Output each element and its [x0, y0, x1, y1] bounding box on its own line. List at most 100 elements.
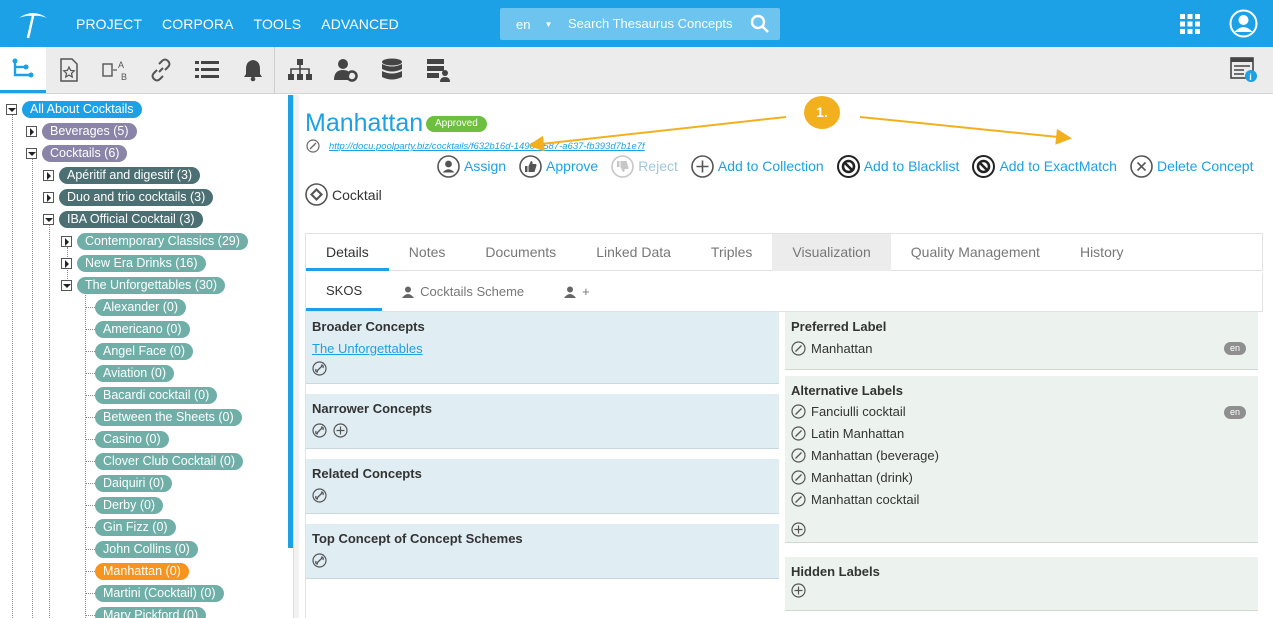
tree-node[interactable]: Clover Club Cocktail (0) [95, 452, 243, 470]
edit-icon[interactable] [791, 448, 806, 463]
database-button[interactable] [369, 47, 415, 93]
tree-node[interactable]: John Collins (0) [95, 540, 198, 558]
alternative-label-item[interactable]: Manhattan cocktail [791, 492, 919, 507]
tree-node[interactable]: Cocktails (6) [26, 144, 128, 162]
alternative-label-item[interactable]: Fanciulli cocktail [791, 404, 906, 419]
nav-advanced[interactable]: ADVANCED [321, 16, 399, 32]
tree-node[interactable]: New Era Drinks (16) [61, 254, 206, 272]
tree-node-label[interactable]: Martini (Cocktail) (0) [95, 584, 224, 602]
tree-node-label[interactable]: IBA Official Cocktail (3) [59, 210, 203, 228]
panel-resize-handle[interactable] [293, 95, 299, 618]
tree-node-label[interactable]: Beverages (5) [42, 122, 137, 140]
expand-toggle[interactable] [43, 191, 54, 203]
tree-node[interactable]: Angel Face (0) [95, 342, 193, 360]
hierarchy-tree-button[interactable] [0, 47, 46, 93]
tree-node-label[interactable]: John Collins (0) [95, 540, 198, 558]
tree-node[interactable]: Bacardi cocktail (0) [95, 386, 218, 404]
tree-node-label[interactable]: Between the Sheets (0) [95, 408, 242, 426]
tree-node-label[interactable]: Manhattan (0) [95, 562, 189, 580]
tab-visualization[interactable]: Visualization [772, 234, 891, 271]
tree-node[interactable]: Apéritif and digestif (3) [43, 166, 201, 184]
concept-uri[interactable]: http://docu.poolparty.biz/cocktails/f632… [329, 141, 645, 152]
nav-corpora[interactable]: CORPORA [162, 16, 234, 32]
tree-node-label[interactable]: The Unforgettables (30) [77, 276, 226, 294]
expand-toggle[interactable] [26, 125, 37, 137]
edit-icon[interactable] [306, 139, 320, 153]
search-input[interactable]: Search Thesaurus Concepts [568, 8, 733, 40]
alternative-label-item[interactable]: Latin Manhattan [791, 426, 904, 441]
subtab-cocktails-scheme[interactable]: Cocktails Scheme [382, 273, 544, 311]
tree-node[interactable]: All About Cocktails [6, 100, 142, 118]
tree-node[interactable]: IBA Official Cocktail (3) [43, 210, 203, 228]
tree-node[interactable]: The Unforgettables (30) [61, 276, 226, 294]
tree-node-label[interactable]: Mary Pickford (0) [95, 606, 207, 618]
tree-node-label[interactable]: Bacardi cocktail (0) [95, 386, 218, 404]
collapse-toggle[interactable] [6, 103, 17, 115]
user-settings-button[interactable] [323, 47, 369, 93]
list-button[interactable] [184, 47, 230, 93]
tree-node[interactable]: Duo and trio cocktails (3) [43, 188, 214, 206]
tree-node-label[interactable]: New Era Drinks (16) [77, 254, 206, 272]
tree-node-label[interactable]: Angel Face (0) [95, 342, 193, 360]
alternative-label-item[interactable]: Manhattan (drink) [791, 470, 913, 485]
tree-node-label[interactable]: Americano (0) [95, 320, 190, 338]
tree-node-label[interactable]: Aviation (0) [95, 364, 174, 382]
tree-node[interactable]: Daiquiri (0) [95, 474, 173, 492]
tree-node-label[interactable]: Cocktails (6) [42, 144, 128, 162]
tree-node-label[interactable]: Apéritif and digestif (3) [59, 166, 201, 184]
concept-type[interactable]: Cocktail [305, 183, 382, 206]
tab-details[interactable]: Details [306, 234, 389, 271]
notifications-button[interactable] [230, 47, 276, 93]
alternative-label-item[interactable]: Manhattan (beverage) [791, 448, 939, 463]
assign-button[interactable]: Assign [437, 154, 506, 178]
tree-node[interactable]: Beverages (5) [26, 122, 137, 140]
edit-icon[interactable] [791, 470, 806, 485]
tree-node[interactable]: Mary Pickford (0) [95, 606, 207, 618]
tree-node[interactable]: Between the Sheets (0) [95, 408, 242, 426]
expand-toggle[interactable] [43, 169, 54, 181]
tree-node-selected[interactable]: Manhattan (0) [95, 562, 189, 580]
edit-icon[interactable] [791, 492, 806, 507]
nav-project[interactable]: PROJECT [76, 16, 142, 32]
tree-node[interactable]: Alexander (0) [95, 298, 187, 316]
edit-icon[interactable] [791, 426, 806, 441]
tab-triples[interactable]: Triples [691, 234, 773, 271]
approve-button[interactable]: Approve [519, 154, 598, 178]
translate-button[interactable]: A B [92, 47, 138, 93]
search-icon[interactable] [750, 14, 770, 34]
tab-notes[interactable]: Notes [389, 234, 466, 271]
server-users-button[interactable] [415, 47, 461, 93]
link-circle-icon[interactable] [312, 553, 327, 568]
apps-grid-icon[interactable] [1180, 14, 1200, 34]
tree-node[interactable]: Gin Fizz (0) [95, 518, 176, 536]
broader-concept-link[interactable]: The Unforgettables [312, 341, 423, 356]
expand-toggle[interactable] [61, 235, 72, 247]
tree-node[interactable]: Americano (0) [95, 320, 190, 338]
link-circle-icon[interactable] [312, 361, 327, 376]
add-to-collection-button[interactable]: Add to Collection [691, 154, 824, 178]
subtab-add-scheme[interactable]: + [544, 273, 610, 311]
tree-node-label[interactable]: All About Cocktails [22, 100, 142, 118]
edit-icon[interactable] [791, 341, 806, 356]
link-circle-icon[interactable] [312, 488, 327, 503]
collapse-toggle[interactable] [26, 147, 37, 159]
tab-linked-data[interactable]: Linked Data [576, 234, 691, 271]
language-select[interactable]: en ▼ [508, 8, 556, 40]
tree-node[interactable]: Casino (0) [95, 430, 169, 448]
links-button[interactable] [138, 47, 184, 93]
link-circle-icon[interactable] [312, 423, 327, 438]
nav-tools[interactable]: TOOLS [254, 16, 302, 32]
collapse-toggle[interactable] [61, 279, 72, 291]
add-to-blacklist-button[interactable]: Add to Blacklist [836, 154, 959, 178]
tree-node-label[interactable]: Alexander (0) [95, 298, 187, 316]
report-info-button[interactable]: i [1221, 47, 1267, 93]
tree-node-label[interactable]: Gin Fizz (0) [95, 518, 176, 536]
tab-history[interactable]: History [1060, 234, 1144, 271]
plus-circle-icon[interactable] [333, 423, 348, 438]
tree-node[interactable]: Derby (0) [95, 496, 164, 514]
tree-node-label[interactable]: Clover Club Cocktail (0) [95, 452, 243, 470]
delete-concept-button[interactable]: Delete Concept [1130, 154, 1253, 178]
favorites-button[interactable] [46, 47, 92, 93]
collapse-toggle[interactable] [43, 213, 54, 225]
poolparty-logo[interactable] [16, 8, 50, 40]
